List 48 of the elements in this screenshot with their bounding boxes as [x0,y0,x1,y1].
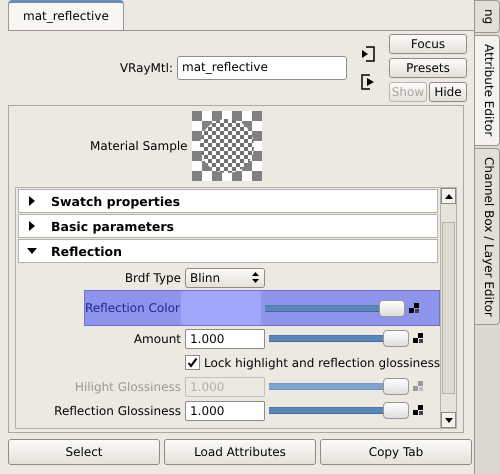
focus-button[interactable]: Focus [389,34,467,54]
input-connection-icon[interactable] [361,46,375,62]
scroll-down-icon[interactable] [444,418,452,422]
expanded-arrow-icon[interactable] [27,246,37,256]
section-header[interactable]: Swatch properties [18,189,438,213]
checkmark-icon [187,357,198,368]
checkbox-label: Lock highlight and reflection glossiness [204,356,440,370]
attribute-label: Reflection Glossiness [53,404,181,418]
slider-thumb[interactable] [383,330,409,347]
load-attributes-button[interactable]: Load Attributes [164,439,316,465]
collapsed-arrow-icon[interactable] [27,221,37,231]
collapsed-arrow-icon[interactable] [27,196,37,206]
map-texture-icon[interactable] [413,405,424,416]
attribute-row[interactable]: Lock highlight and reflection glossiness [16,351,440,374]
side-tab[interactable]: ng [475,0,500,34]
hide-button[interactable]: Hide [429,82,467,102]
attribute-label: Hilight Glossiness [74,380,181,394]
section-header[interactable]: Basic parameters [18,214,438,238]
map-texture-icon[interactable] [409,302,420,314]
value-field[interactable]: 1.000 [185,328,265,348]
spinner-arrows-icon [251,271,260,284]
selected-attribute-row[interactable]: Reflection Color [84,290,440,326]
side-tab[interactable]: Channel Box / Layer Editor [475,148,500,326]
node-name-field[interactable]: mat_reflective [177,56,347,80]
material-sample-drawing [192,111,262,181]
attribute-row[interactable]: Brdf Type Blinn [16,266,440,289]
attribute-row[interactable]: Amount 1.000 [16,327,440,350]
scroll-up-icon[interactable] [444,194,452,198]
output-connection-icon[interactable] [361,74,375,90]
presets-button[interactable]: Presets [389,58,467,78]
slider-thumb[interactable] [379,300,405,316]
value-field[interactable]: 1.000 [185,400,265,420]
scrollbar[interactable] [440,188,456,428]
attribute-label: Amount [132,332,181,346]
select-button[interactable]: Select [8,439,160,465]
section-header[interactable]: Reflection [18,239,438,263]
slider-thumb[interactable] [383,402,409,419]
material-sample-label: Material Sample [90,139,188,153]
checkbox[interactable] [185,355,200,370]
attribute-label: Brdf Type [124,270,181,284]
copy-tab-button[interactable]: Copy Tab [320,439,472,465]
tab[interactable]: mat_reflective [8,0,124,30]
dropdown[interactable]: Blinn [185,268,265,288]
color-swatch[interactable] [181,291,261,325]
side-tab[interactable]: Attribute Editor [475,35,500,146]
attribute-row[interactable]: Reflection Glossiness 1.000 [16,399,440,422]
map-texture-icon[interactable] [413,333,424,344]
node-type-label: VRayMtl: [118,61,174,75]
